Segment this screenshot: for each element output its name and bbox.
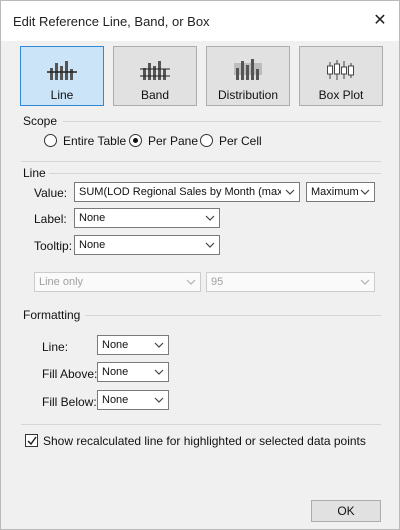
- box-plot-type-label: Box Plot: [318, 88, 364, 102]
- title-bar: Edit Reference Line, Band, or Box ✕: [1, 1, 399, 41]
- chevron-down-icon: [205, 215, 215, 221]
- chevron-down-icon: [360, 189, 370, 195]
- reference-band-icon: [140, 61, 170, 80]
- ok-button[interactable]: OK: [311, 500, 381, 522]
- reference-line-icon: [47, 61, 77, 80]
- line-heading: Line: [23, 166, 46, 180]
- distribution-type-button[interactable]: Distribution: [206, 46, 290, 106]
- line-divider: [49, 173, 381, 174]
- tooltip-value-text: None: [79, 239, 106, 251]
- reference-line-dialog: Edit Reference Line, Band, or Box ✕ Line…: [0, 0, 400, 530]
- line-option-text: Line only: [39, 276, 84, 288]
- tooltip-field-label: Tooltip:: [34, 239, 73, 253]
- line-type-button[interactable]: Line: [20, 46, 104, 106]
- tooltip-dropdown[interactable]: None: [74, 235, 220, 255]
- format-line-dropdown[interactable]: None: [97, 335, 169, 355]
- scope-per-cell-label: Per Cell: [219, 134, 262, 148]
- scope-heading: Scope: [23, 114, 58, 128]
- section-divider: [21, 161, 381, 162]
- box-plot-type-button[interactable]: Box Plot: [299, 46, 383, 106]
- label-dropdown[interactable]: None: [74, 208, 220, 228]
- close-icon[interactable]: ✕: [365, 7, 395, 35]
- value-field-dropdown[interactable]: SUM(LOD Regional Sales by Month (max)): [74, 182, 300, 202]
- section-divider: [21, 424, 381, 425]
- fill-below-dropdown[interactable]: None: [97, 390, 169, 410]
- scope-divider: [63, 121, 381, 122]
- confidence-text: 95: [211, 276, 224, 288]
- fill-above-value: None: [102, 366, 129, 378]
- dialog-title: Edit Reference Line, Band, or Box: [13, 14, 210, 29]
- fill-above-label: Fill Above:: [42, 367, 98, 381]
- chevron-down-icon: [360, 279, 370, 285]
- value-field-text: SUM(LOD Regional Sales by Month (max)): [79, 186, 281, 198]
- radio-indicator-selected: [129, 134, 142, 147]
- aggregation-text: Maximum: [311, 186, 359, 198]
- aggregation-dropdown[interactable]: Maximum: [306, 182, 375, 202]
- chevron-down-icon: [154, 397, 164, 403]
- fill-below-label: Fill Below:: [42, 395, 97, 409]
- checkmark-icon: [27, 436, 37, 446]
- radio-indicator: [44, 134, 57, 147]
- band-type-label: Band: [140, 88, 170, 102]
- chevron-down-icon: [154, 369, 164, 375]
- fill-above-dropdown[interactable]: None: [97, 362, 169, 382]
- confidence-dropdown: 95: [206, 272, 375, 292]
- radio-indicator: [200, 134, 213, 147]
- chevron-down-icon: [205, 242, 215, 248]
- line-option-dropdown: Line only: [34, 272, 201, 292]
- distribution-type-label: Distribution: [217, 88, 279, 102]
- formatting-heading: Formatting: [23, 308, 81, 322]
- chevron-down-icon: [154, 342, 164, 348]
- box-plot-icon: [327, 60, 354, 80]
- recalculated-line-checkbox[interactable]: [25, 434, 38, 447]
- format-line-value: None: [102, 339, 129, 351]
- label-value-text: None: [79, 212, 106, 224]
- formatting-divider: [85, 315, 381, 316]
- chevron-down-icon: [285, 189, 295, 195]
- scope-entire-table-label: Entire Table: [63, 134, 127, 148]
- line-type-label: Line: [50, 88, 74, 102]
- recalculated-line-label: Show recalculated line for highlighted o…: [43, 434, 366, 448]
- scope-per-pane-label: Per Pane: [148, 134, 199, 148]
- label-field-label: Label:: [34, 212, 67, 226]
- band-type-button[interactable]: Band: [113, 46, 197, 106]
- chevron-down-icon: [186, 279, 196, 285]
- fill-below-value: None: [102, 394, 129, 406]
- format-line-label: Line:: [42, 340, 69, 354]
- distribution-icon: [234, 59, 262, 80]
- value-label: Value:: [34, 186, 68, 200]
